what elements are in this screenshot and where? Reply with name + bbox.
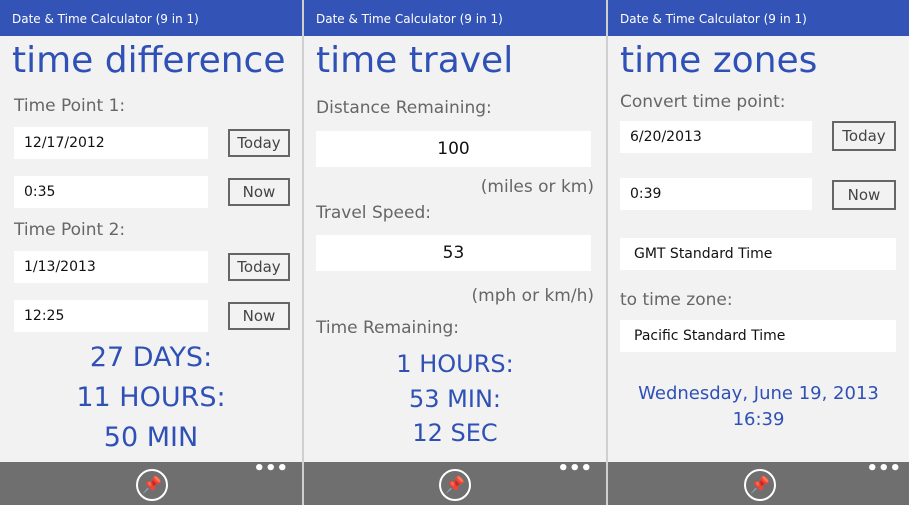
date1-field[interactable]: 12/17/2012 (14, 127, 208, 159)
app-title: Date & Time Calculator (9 in 1) (608, 0, 909, 36)
time-field[interactable]: 0:39 (620, 178, 812, 210)
page-heading: time travel (316, 40, 514, 81)
pin-icon[interactable]: 📌 (439, 469, 471, 501)
convert-label: Convert time point: (620, 92, 786, 112)
more-icon[interactable]: ••• (557, 458, 592, 479)
app-bar: 📌 ••• (0, 458, 302, 505)
distance-label: Distance Remaining: (316, 98, 492, 118)
today-button[interactable]: Today (832, 121, 896, 151)
speed-label: Travel Speed: (316, 203, 431, 223)
today1-button[interactable]: Today (228, 129, 290, 157)
result-hours: 11 HOURS: (76, 382, 226, 413)
screenshot-collage: Date & Time Calculator (9 in 1) time dif… (0, 0, 909, 505)
time-remaining-label: Time Remaining: (316, 318, 460, 338)
time-zones-screen: Date & Time Calculator (9 in 1) time zon… (608, 0, 909, 505)
time-travel-screen: Date & Time Calculator (9 in 1) time tra… (304, 0, 606, 505)
now-button[interactable]: Now (832, 180, 896, 210)
time2-field[interactable]: 12:25 (14, 300, 208, 332)
now2-button[interactable]: Now (228, 302, 290, 330)
date2-field[interactable]: 1/13/2013 (14, 251, 208, 283)
result-days: 27 DAYS: (89, 342, 213, 373)
result-hours: 1 HOURS: (396, 350, 514, 378)
time-point-1-label: Time Point 1: (14, 96, 126, 116)
app-title: Date & Time Calculator (9 in 1) (0, 0, 302, 36)
pin-icon[interactable]: 📌 (744, 469, 776, 501)
to-timezone-select[interactable]: Pacific Standard Time (620, 320, 896, 352)
time-difference-screen: Date & Time Calculator (9 in 1) time dif… (0, 0, 302, 505)
result-min: 53 MIN: (409, 385, 501, 413)
result-date: Wednesday, June 19, 2013 (638, 383, 879, 404)
page-heading: time zones (620, 40, 818, 81)
result-time: 16:39 (732, 409, 785, 430)
distance-input[interactable]: 100 (316, 131, 591, 167)
now1-button[interactable]: Now (228, 178, 290, 206)
page-heading: time difference (12, 40, 286, 81)
date-field[interactable]: 6/20/2013 (620, 121, 812, 153)
speed-input[interactable]: 53 (316, 235, 591, 271)
to-timezone-label: to time zone: (620, 290, 733, 310)
result-sec: 12 SEC (412, 419, 498, 447)
app-title: Date & Time Calculator (9 in 1) (304, 0, 606, 36)
app-bar: 📌 ••• (304, 458, 606, 505)
distance-unit: (miles or km) (480, 177, 594, 197)
pin-icon[interactable]: 📌 (136, 469, 168, 501)
more-icon[interactable]: ••• (253, 458, 288, 479)
more-icon[interactable]: ••• (866, 458, 901, 479)
time-point-2-label: Time Point 2: (14, 220, 126, 240)
from-timezone-select[interactable]: GMT Standard Time (620, 238, 896, 270)
speed-unit: (mph or km/h) (471, 286, 595, 306)
app-bar: 📌 ••• (608, 458, 909, 505)
result-min: 50 MIN (103, 422, 199, 453)
today2-button[interactable]: Today (228, 253, 290, 281)
time1-field[interactable]: 0:35 (14, 176, 208, 208)
